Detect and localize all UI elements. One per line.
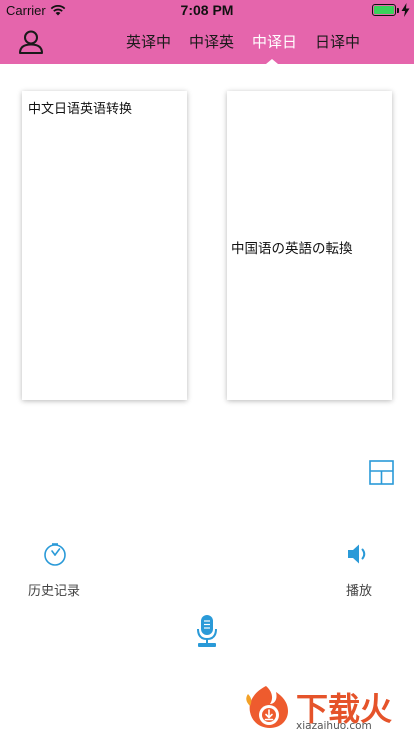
watermark-url: xiazaihuo.com <box>296 720 372 732</box>
speaker-icon[interactable] <box>346 543 370 565</box>
status-bar: Carrier 7:08 PM <box>0 0 414 20</box>
tab-zh-to-ja[interactable]: 中译日 <box>252 31 297 52</box>
tab-en-to-zh[interactable]: 英译中 <box>126 31 171 52</box>
charging-bolt-icon <box>401 3 410 17</box>
source-text-panel[interactable]: 中文日语英语转换 <box>22 91 187 400</box>
app-header: Carrier 7:08 PM 英译中 中译英 中译日 日译中 <box>0 0 414 64</box>
person-outline-icon[interactable] <box>18 30 44 54</box>
tab-ja-to-zh[interactable]: 日译中 <box>315 31 360 52</box>
battery-tip <box>397 8 399 13</box>
play-label[interactable]: 播放 <box>346 580 372 599</box>
translation-panel[interactable]: 中国语の英語の転換 <box>227 91 392 400</box>
active-tab-indicator <box>266 59 278 64</box>
status-time: 7:08 PM <box>180 2 234 18</box>
source-text: 中文日语英语转换 <box>28 102 133 117</box>
history-label[interactable]: 历史记录 <box>28 580 80 599</box>
translation-text: 中国语の英語の転換 <box>231 241 353 257</box>
clock-icon[interactable] <box>43 542 67 566</box>
language-tabs: 英译中 中译英 中译日 日译中 <box>118 31 368 64</box>
tab-zh-to-en[interactable]: 中译英 <box>189 31 234 52</box>
battery-icon <box>372 4 396 16</box>
watermark-logo <box>246 686 288 728</box>
microphone-icon[interactable] <box>195 614 219 648</box>
split-layout-icon[interactable] <box>369 460 394 485</box>
